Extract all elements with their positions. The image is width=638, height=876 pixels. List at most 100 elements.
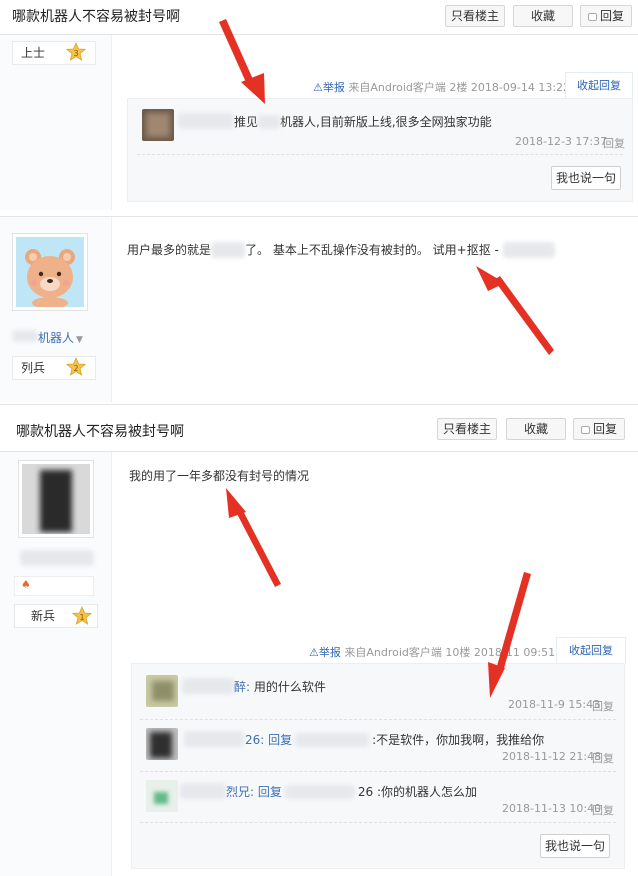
reply-icon <box>580 426 590 434</box>
post-time-tail: 09:51 <box>523 646 556 659</box>
collapse-replies-tab[interactable]: 收起回复 <box>565 72 633 98</box>
post-time: 2018-09-14 13:22 <box>470 81 571 94</box>
avatar-blur <box>152 681 174 701</box>
blurred-username <box>20 550 94 566</box>
only-op-button[interactable]: 只看楼主 <box>445 5 505 27</box>
reply-icon <box>587 13 597 21</box>
comment-text: 推见 机器人,目前新版上线,很多全网独家功能 <box>234 113 492 130</box>
red-arrow-icon <box>494 276 554 355</box>
badge-icon: ♠ <box>21 578 31 591</box>
post-meta: ⚠举报 来自Android客户端 10楼 2018-11 09:51 <box>309 644 555 660</box>
blurred-contact <box>502 242 555 258</box>
commenter-avatar <box>146 675 178 707</box>
reply-button-label: 回复 <box>599 9 624 23</box>
post-time: 2018-11 <box>473 646 520 659</box>
comment-text-body: 26 :你的机器人怎么加 <box>357 785 477 799</box>
comment-reply-link[interactable]: 回复 <box>592 802 614 818</box>
thread-title: 哪款机器人不容易被封号啊 <box>12 9 180 25</box>
post-content: 用户最多的就是 了。 基本上不乱操作没有被封的。 试用+抠抠 - <box>127 241 555 258</box>
floor-label: 10楼 <box>445 646 471 659</box>
report-label: 举报 <box>322 81 345 94</box>
comment-reply-link[interactable]: 回复 <box>592 698 614 714</box>
avatar-blur <box>154 792 168 804</box>
comment-text-body: :不是软件，你加我啊，我推给你 <box>372 733 545 747</box>
red-arrow-icon <box>234 505 281 587</box>
blurred-username <box>178 113 234 129</box>
reply-button[interactable]: 回复 <box>580 5 632 27</box>
collect-button[interactable]: 收藏 <box>513 5 573 27</box>
blurred-username <box>182 678 234 694</box>
level-star-icon: 3 <box>66 42 86 61</box>
blurred-username <box>180 783 226 799</box>
collect-button[interactable]: 收藏 <box>506 418 566 440</box>
level-number: 1 <box>79 613 84 622</box>
comment-reply-link[interactable]: 回复 <box>603 135 625 151</box>
reply-button[interactable]: 回复 <box>573 418 625 440</box>
comment-divider <box>140 822 616 823</box>
blurred-product <box>211 242 246 258</box>
level-star-icon: 1 <box>72 606 92 625</box>
level-number: 3 <box>73 49 78 58</box>
blurred-name <box>295 733 370 747</box>
post-text-a: 用户最多的就是 <box>127 243 212 257</box>
blurred-username <box>12 330 38 342</box>
commenter-avatar <box>146 728 178 760</box>
comment-time: 2018-11-12 21:48 <box>502 750 602 763</box>
comment-time: 2018-12-3 17:37 <box>515 135 608 148</box>
author-avatar-frame[interactable] <box>12 233 88 311</box>
report-link[interactable]: ⚠举报 <box>313 81 345 94</box>
comment-time: 2018-11-13 10:40 <box>502 802 602 815</box>
commenter-name-tail[interactable]: 醉: <box>234 680 250 694</box>
avatar-figure <box>40 470 72 532</box>
rank-label: 列兵 <box>21 361 46 375</box>
blurred-name <box>258 115 281 129</box>
post-content: 我的用了一年多都没有封号的情况 <box>129 469 310 483</box>
comment-divider <box>137 154 623 155</box>
comment-text-body: 用的什么软件 <box>253 680 326 694</box>
only-op-button[interactable]: 只看楼主 <box>437 418 497 440</box>
report-link[interactable]: ⚠举报 <box>309 646 341 659</box>
avatar-blur <box>150 732 172 758</box>
commenter-avatar <box>142 109 174 141</box>
author-name[interactable]: 机器人 ▼ <box>38 329 83 346</box>
level-number: 2 <box>73 364 78 373</box>
red-arrow-icon <box>226 488 246 518</box>
commenter-name-tail[interactable]: 烈兄: 回复 <box>226 785 282 799</box>
source-label: 来自Android客户端 <box>344 646 442 659</box>
red-arrow-icon <box>219 19 256 89</box>
commenter-avatar <box>146 780 178 812</box>
source-label: 来自Android客户端 <box>348 81 446 94</box>
thread-title: 哪款机器人不容易被封号啊 <box>16 424 184 440</box>
comment-text-b: 机器人,目前新版上线,很多全网独家功能 <box>280 115 492 129</box>
rank-label: 上士 <box>21 46 46 60</box>
blurred-name <box>284 785 355 799</box>
commenter-name-tail[interactable]: 26: 回复 <box>245 733 292 747</box>
red-arrow-icon <box>476 266 505 291</box>
comment-text: 醉: 用的什么软件 <box>234 678 326 695</box>
author-name-label: 机器人 <box>38 331 75 345</box>
post-text-b: 了。 基本上不乱操作没有被封的。 试用+抠抠 - <box>245 243 499 257</box>
comment-divider <box>140 771 616 772</box>
author-avatar-frame[interactable] <box>18 460 94 538</box>
report-label: 举报 <box>318 646 341 659</box>
comment-reply-link[interactable]: 回复 <box>592 750 614 766</box>
chevron-down-icon: ▼ <box>76 335 83 345</box>
say-something-button[interactable]: 我也说一句 <box>540 834 610 858</box>
bear-avatar-icon <box>16 237 84 309</box>
comment-time: 2018-11-9 15:43 <box>508 698 601 711</box>
comment-text: 烈兄: 回复 26 :你的机器人怎么加 <box>226 783 477 800</box>
blurred-avatar <box>22 464 90 534</box>
floor-label: 2楼 <box>449 81 468 94</box>
comment-divider <box>140 719 616 720</box>
blurred-username <box>184 731 244 747</box>
rank-label: 新兵 <box>31 609 56 623</box>
reply-button-label: 回复 <box>592 422 617 436</box>
level-star-icon: 2 <box>66 357 86 376</box>
avatar-blur <box>146 113 170 137</box>
divider <box>0 404 638 405</box>
comment-text: 26: 回复 :不是软件，你加我啊，我推给你 <box>245 731 544 748</box>
comment-text-a: 推见 <box>234 115 259 129</box>
collapse-replies-tab[interactable]: 收起回复 <box>556 637 626 663</box>
post-meta: ⚠举报 来自Android客户端 2楼 2018-09-14 13:22 <box>313 79 570 95</box>
say-something-button[interactable]: 我也说一句 <box>551 166 621 190</box>
